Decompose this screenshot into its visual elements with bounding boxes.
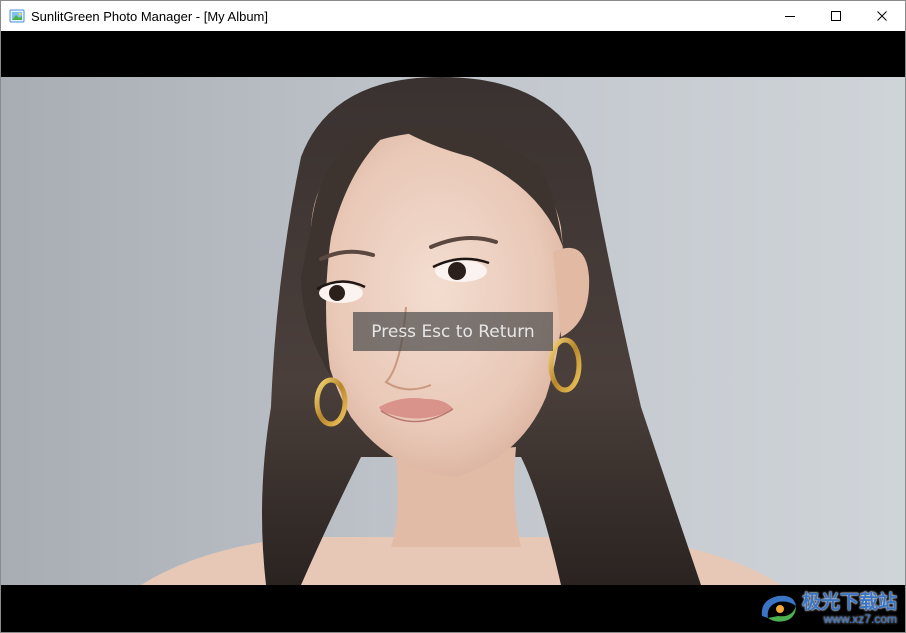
- window-title: SunlitGreen Photo Manager - [My Album]: [31, 8, 269, 24]
- close-icon: [877, 11, 887, 21]
- app-window: SunlitGreen Photo Manager - [My Album] P…: [0, 0, 906, 633]
- maximize-button[interactable]: [813, 1, 859, 31]
- window-controls: [767, 1, 905, 31]
- photo-app-icon[interactable]: [9, 8, 25, 24]
- xz7-logo-icon: [761, 595, 796, 622]
- esc-return-hint: Press Esc to Return: [353, 312, 553, 351]
- minimize-button[interactable]: [767, 1, 813, 31]
- maximize-icon: [831, 11, 841, 21]
- close-button[interactable]: [859, 1, 905, 31]
- minimize-icon: [785, 16, 795, 17]
- watermark-name: 极光下载站: [801, 591, 897, 613]
- title-bar[interactable]: SunlitGreen Photo Manager - [My Album]: [1, 1, 905, 31]
- watermark-url: www.xz7.com: [823, 612, 897, 626]
- photo-viewer[interactable]: Press Esc to Return: [1, 31, 905, 632]
- watermark: 极光下载站 www.xz7.com: [758, 592, 897, 626]
